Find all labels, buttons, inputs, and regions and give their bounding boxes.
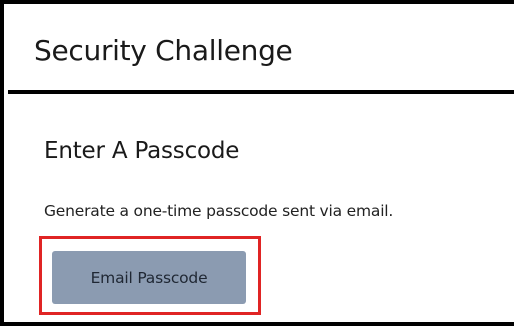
section-title: Enter A Passcode	[44, 138, 240, 164]
panel-header: Security Challenge	[8, 8, 514, 94]
passcode-description: Generate a one-time passcode sent via em…	[44, 202, 394, 220]
email-passcode-button[interactable]: Email Passcode	[52, 251, 246, 304]
page-title: Security Challenge	[34, 34, 293, 67]
